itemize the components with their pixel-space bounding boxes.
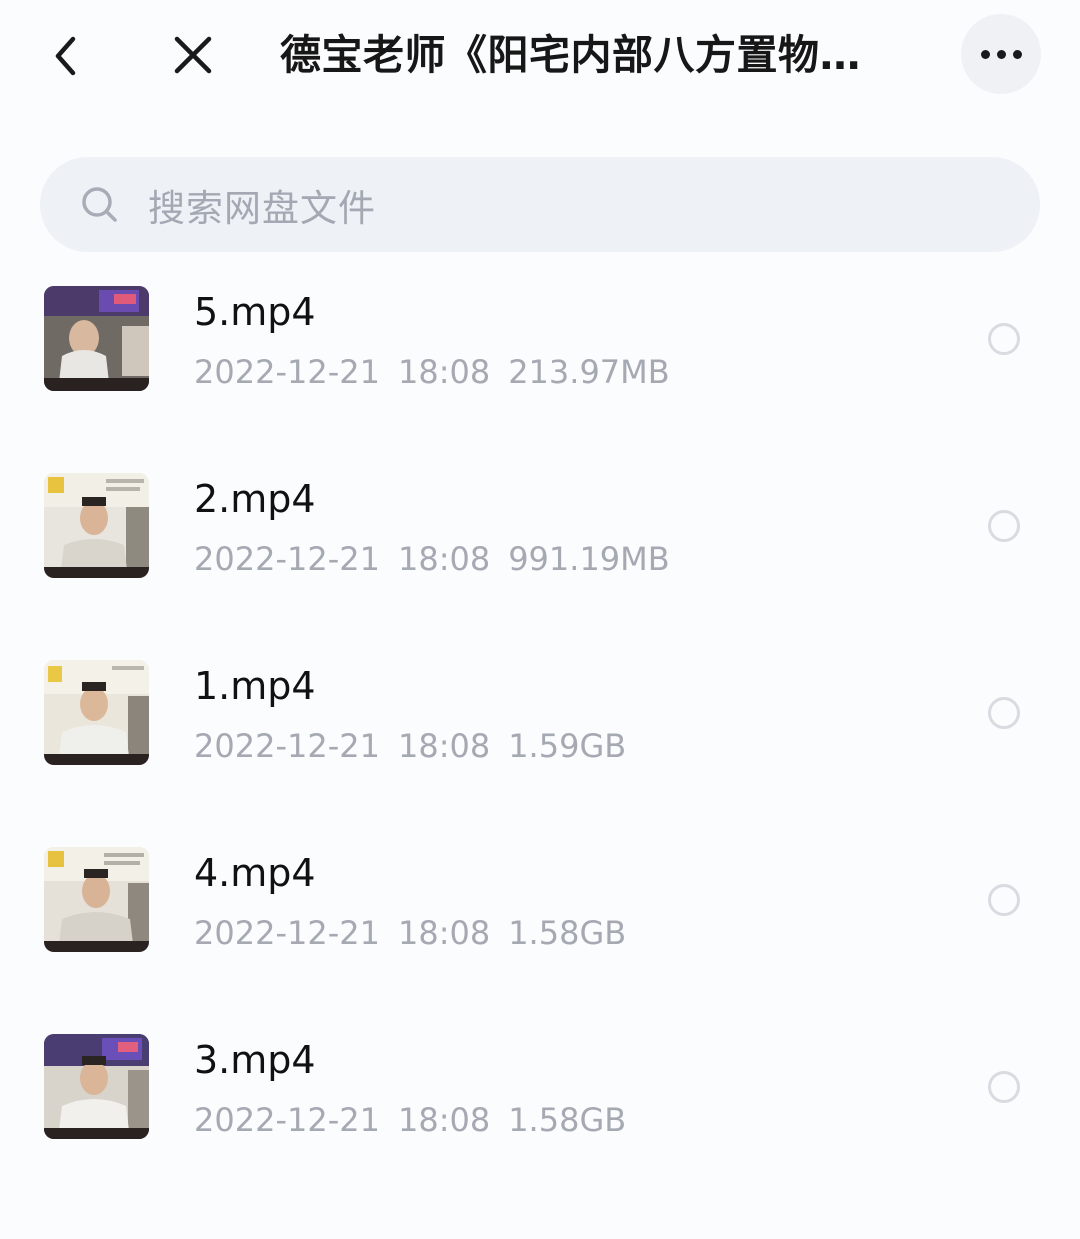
list-item[interactable]: 2.mp4 2022-12-21 18:08 991.19MB: [0, 453, 1080, 640]
list-item[interactable]: 5.mp4 2022-12-21 18:08 213.97MB: [0, 266, 1080, 453]
file-size: 1.59GB: [508, 727, 627, 765]
select-radio[interactable]: [988, 510, 1020, 542]
file-meta: 2022-12-21 18:08 1.58GB: [194, 1099, 644, 1141]
search-bar[interactable]: 搜索网盘文件: [40, 157, 1040, 252]
file-name: 5.mp4: [194, 290, 316, 334]
file-date: 2022-12-21: [194, 914, 380, 952]
file-time: 18:08: [397, 914, 491, 952]
close-button[interactable]: [164, 26, 222, 84]
list-item[interactable]: 1.mp4 2022-12-21 18:08 1.59GB: [0, 640, 1080, 827]
video-thumbnail: [44, 286, 149, 391]
video-thumbnail: [44, 473, 149, 578]
select-radio[interactable]: [988, 884, 1020, 916]
video-thumbnail: [44, 660, 149, 765]
list-item[interactable]: 3.mp4 2022-12-21 18:08 1.58GB: [0, 1014, 1080, 1201]
top-bar: 德宝老师《阳宅内部八方置物…: [0, 0, 1080, 110]
list-item[interactable]: 4.mp4 2022-12-21 18:08 1.58GB: [0, 827, 1080, 1014]
file-date: 2022-12-21: [194, 353, 380, 391]
page-title: 德宝老师《阳宅内部八方置物…: [280, 31, 861, 79]
file-name: 4.mp4: [194, 851, 316, 895]
file-time: 18:08: [397, 540, 491, 578]
file-time: 18:08: [397, 353, 491, 391]
file-time: 18:08: [397, 727, 491, 765]
select-radio[interactable]: [988, 1071, 1020, 1103]
file-meta: 2022-12-21 18:08 213.97MB: [194, 351, 688, 393]
file-meta: 2022-12-21 18:08 1.58GB: [194, 912, 644, 954]
chevron-left-icon: [55, 36, 76, 76]
file-meta: 2022-12-21 18:08 991.19MB: [194, 538, 688, 580]
file-time: 18:08: [397, 1101, 491, 1139]
file-name: 3.mp4: [194, 1038, 316, 1082]
select-radio[interactable]: [988, 323, 1020, 355]
file-size: 991.19MB: [508, 540, 670, 578]
file-size: 1.58GB: [508, 1101, 627, 1139]
file-name: 2.mp4: [194, 477, 316, 521]
video-thumbnail: [44, 1034, 149, 1139]
search-icon: [80, 185, 120, 225]
file-list: 5.mp4 2022-12-21 18:08 213.97MB 2.mp4 2022…: [0, 266, 1080, 1201]
video-thumbnail: [44, 847, 149, 952]
more-dot: [1012, 49, 1022, 59]
more-button[interactable]: [961, 14, 1041, 94]
file-meta: 2022-12-21 18:08 1.59GB: [194, 725, 644, 767]
file-size: 1.58GB: [508, 914, 627, 952]
file-name: 1.mp4: [194, 664, 316, 708]
file-date: 2022-12-21: [194, 1101, 380, 1139]
close-icon: [174, 36, 212, 74]
more-dot: [996, 49, 1006, 59]
search-input[interactable]: 搜索网盘文件: [148, 178, 376, 232]
more-dots-icon: [980, 49, 990, 59]
file-date: 2022-12-21: [194, 540, 380, 578]
file-date: 2022-12-21: [194, 727, 380, 765]
back-button[interactable]: [38, 28, 94, 84]
file-size: 213.97MB: [508, 353, 670, 391]
select-radio[interactable]: [988, 697, 1020, 729]
